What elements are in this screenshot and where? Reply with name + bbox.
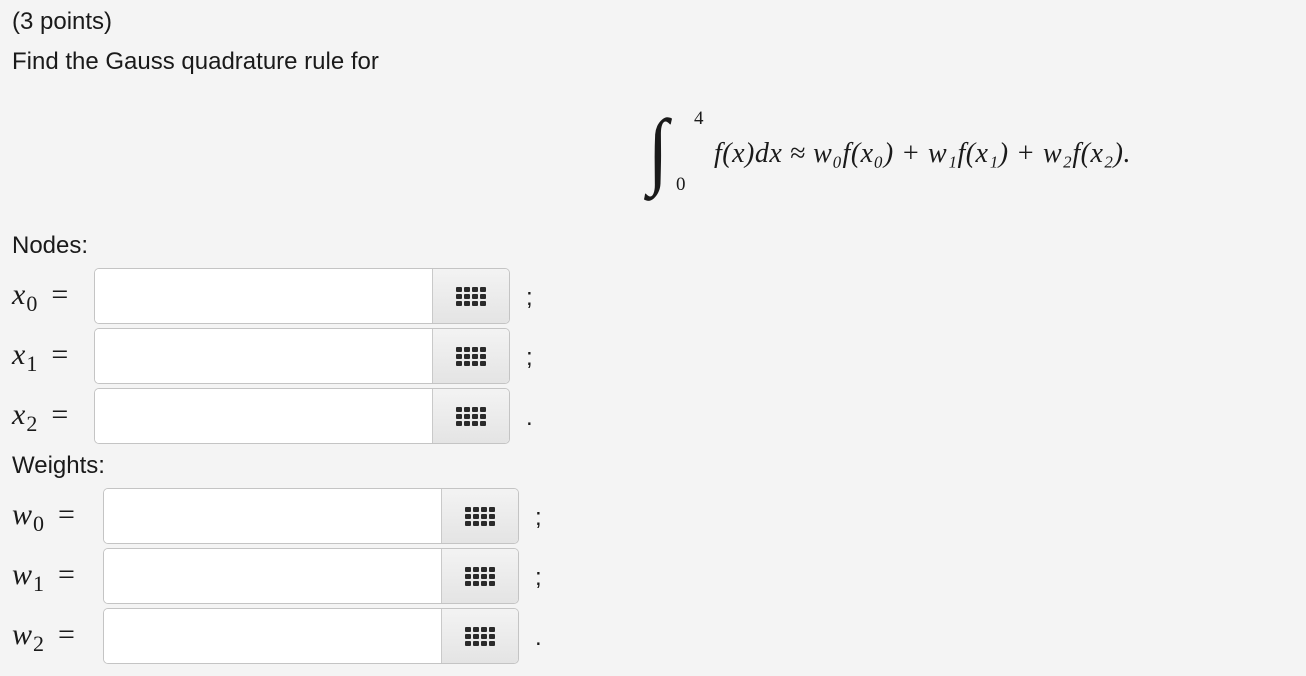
weight-w1-matrix-button[interactable] xyxy=(441,549,518,603)
node-x2-matrix-button[interactable] xyxy=(432,389,509,443)
weight-w2-field xyxy=(103,608,519,664)
weight-w2-punct: . xyxy=(535,624,542,651)
weight-row-w1: w1 = ; xyxy=(0,548,600,608)
weight-w2-matrix-button[interactable] xyxy=(441,609,518,663)
grid-icon xyxy=(456,346,486,366)
weight-row-w0: w0 = ; xyxy=(0,488,600,548)
integral-sign: ∫ xyxy=(648,103,669,198)
weight-row-w2: w2 = . xyxy=(0,608,600,668)
node-row-x0: x0 = ; xyxy=(0,268,600,328)
integral-upper-limit: 4 xyxy=(694,108,704,129)
node-x2-punct: . xyxy=(526,404,533,431)
node-row-x2: x2 = . xyxy=(0,388,600,448)
weight-w0-input[interactable] xyxy=(104,489,441,543)
node-x2-input[interactable] xyxy=(95,389,432,443)
weight-w1-input[interactable] xyxy=(104,549,441,603)
question-points: (3 points) xyxy=(12,8,113,35)
node-x0-field xyxy=(94,268,510,324)
weight-w1-label: w1 = xyxy=(12,558,75,596)
weight-w2-input[interactable] xyxy=(104,609,441,663)
grid-icon xyxy=(456,406,486,426)
integral-lower-limit: 0 xyxy=(676,174,686,195)
quadrature-formula: ∫ 4 0 f(x)dx ≈ w₀f(x₀) + w₁f(x₁) + w₂f(x… xyxy=(648,108,1298,204)
formula-integrand: f(x)dx ≈ w₀f(x₀) + w₁f(x₁) + w₂f(x₂). xyxy=(714,138,1131,169)
question-prompt: Find the Gauss quadrature rule for xyxy=(12,48,379,75)
weight-w0-field xyxy=(103,488,519,544)
grid-icon xyxy=(465,566,495,586)
node-x1-matrix-button[interactable] xyxy=(432,329,509,383)
node-x0-punct: ; xyxy=(526,284,533,311)
node-row-x1: x1 = ; xyxy=(0,328,600,388)
node-x0-matrix-button[interactable] xyxy=(432,269,509,323)
grid-icon xyxy=(465,506,495,526)
weight-w2-label: w2 = xyxy=(12,618,75,656)
weight-w0-matrix-button[interactable] xyxy=(441,489,518,543)
grid-icon xyxy=(465,626,495,646)
node-x1-field xyxy=(94,328,510,384)
weights-label: Weights: xyxy=(12,452,105,479)
weight-w1-field xyxy=(103,548,519,604)
node-x2-label: x2 = xyxy=(12,398,69,436)
node-x0-input[interactable] xyxy=(95,269,432,323)
node-x2-field xyxy=(94,388,510,444)
weight-w1-punct: ; xyxy=(535,564,542,591)
node-x1-label: x1 = xyxy=(12,338,69,376)
weight-w0-label: w0 = xyxy=(12,498,75,536)
node-x1-input[interactable] xyxy=(95,329,432,383)
node-x1-punct: ; xyxy=(526,344,533,371)
weight-w0-punct: ; xyxy=(535,504,542,531)
node-x0-label: x0 = xyxy=(12,278,69,316)
grid-icon xyxy=(456,286,486,306)
nodes-label: Nodes: xyxy=(12,232,89,259)
